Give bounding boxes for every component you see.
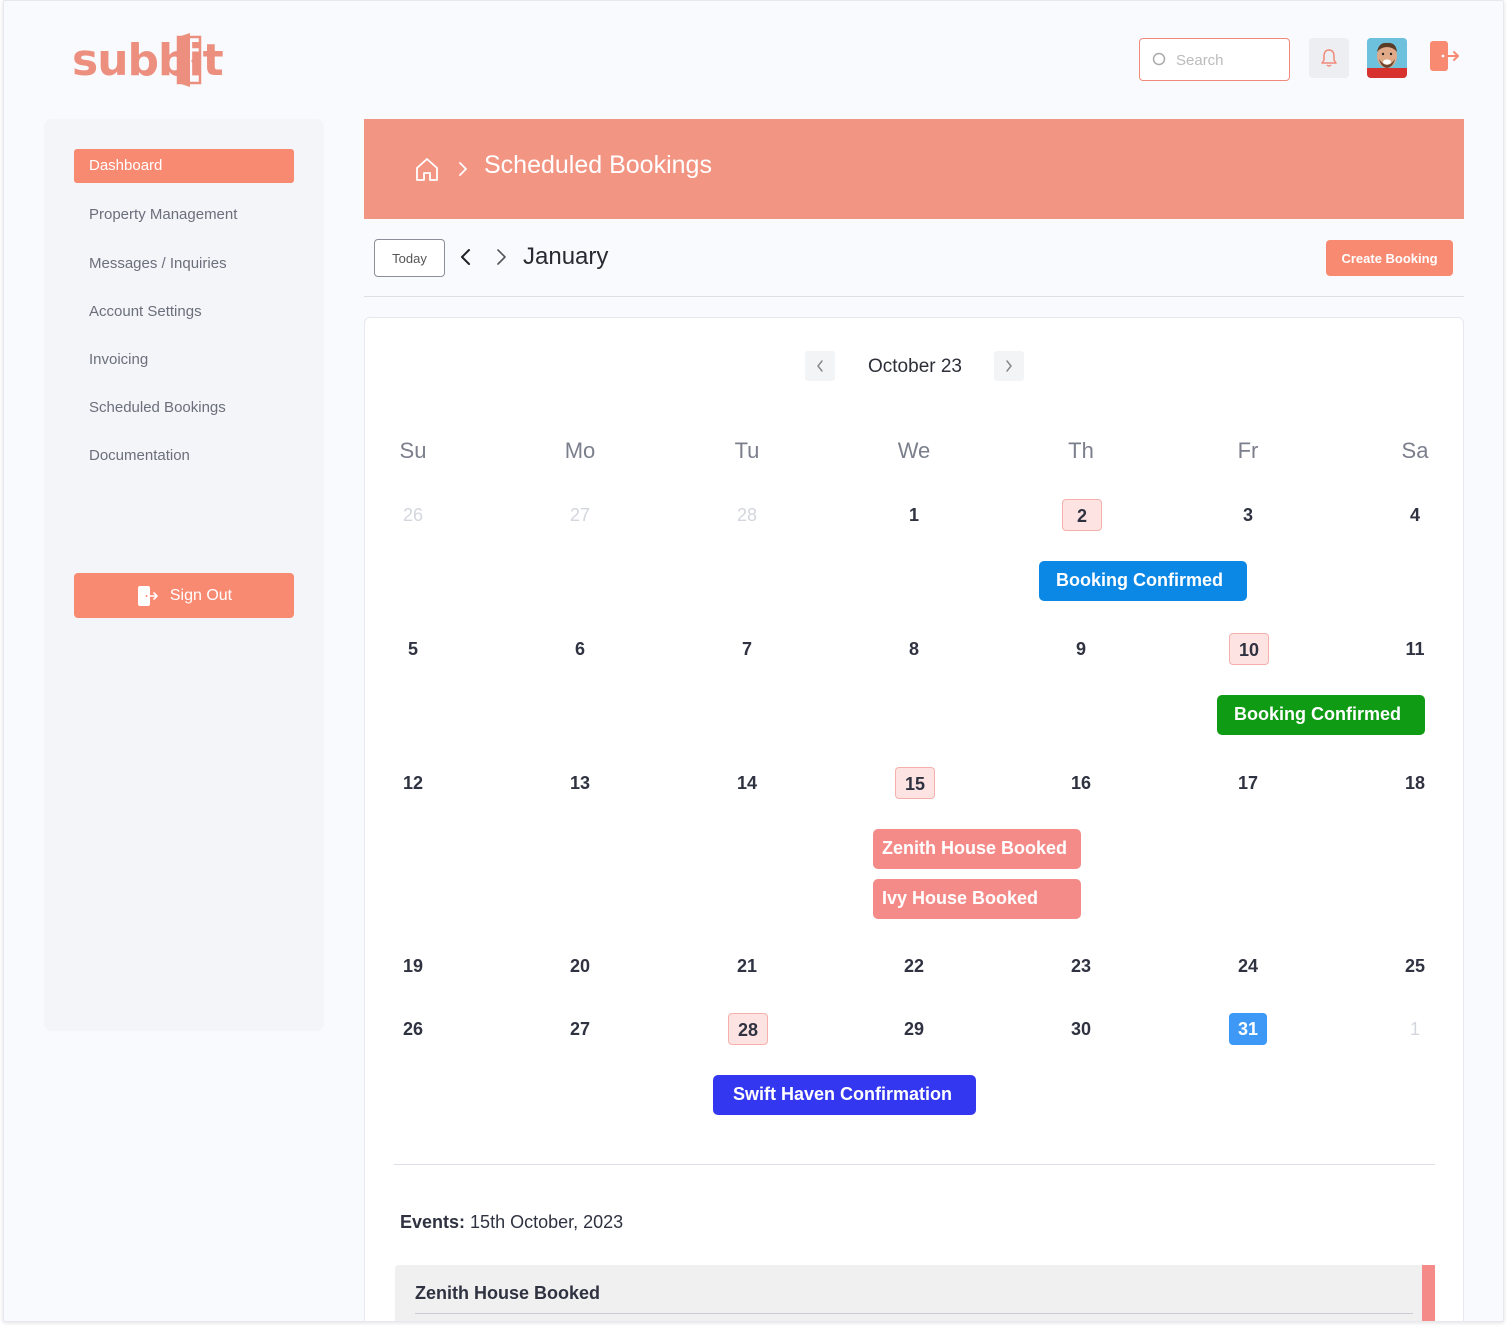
sign-out-label: Sign Out: [169, 586, 233, 604]
calendar-day[interactable]: 29: [894, 1013, 934, 1045]
sidebar-item-property-management[interactable]: Property Management: [74, 198, 294, 232]
today-button[interactable]: Today: [374, 239, 445, 277]
sidebar-item-messages[interactable]: Messages / Inquiries: [74, 247, 294, 281]
bell-icon: [1321, 49, 1337, 67]
events-label: Events:: [400, 1212, 466, 1232]
calendar-day[interactable]: 14: [727, 767, 767, 799]
weekday-header: Sa: [1401, 438, 1429, 463]
calendar-day[interactable]: 21: [727, 950, 767, 982]
weekday-header: Fr: [1237, 438, 1259, 463]
events-date: 15th October, 2023: [470, 1212, 624, 1232]
calendar-day[interactable]: 16: [1061, 767, 1101, 799]
calendar-day[interactable]: 10: [1229, 633, 1269, 665]
chevron-right-icon: [1006, 360, 1012, 372]
event-list-item[interactable]: Zenith House Booked: [395, 1265, 1435, 1321]
avatar[interactable]: [1367, 38, 1407, 78]
calendar-day[interactable]: 28: [727, 499, 767, 531]
events-heading: Events: 15th October, 2023: [400, 1212, 623, 1233]
calendar-day[interactable]: 19: [393, 950, 433, 982]
calendar-card: October 23 Su Mo Tu We Th Fr Sa 26 27 28…: [364, 317, 1464, 1321]
sidebar-item-scheduled-bookings[interactable]: Scheduled Bookings: [74, 391, 294, 425]
divider: [415, 1313, 1413, 1314]
booking-event[interactable]: Booking Confirmed: [1217, 695, 1425, 735]
calendar-day[interactable]: 12: [393, 767, 433, 799]
weekday-header: Tu: [734, 438, 760, 463]
calendar-day[interactable]: 18: [1395, 767, 1435, 799]
calendar-day[interactable]: 4: [1395, 499, 1435, 531]
calendar-day[interactable]: 26: [393, 1013, 433, 1045]
sidebar: Dashboard Property Management Messages /…: [44, 119, 324, 1031]
weekday-header: Mo: [564, 438, 596, 463]
calendar-next-button[interactable]: [994, 351, 1024, 381]
divider: [364, 296, 1464, 297]
calendar-day[interactable]: 17: [1228, 767, 1268, 799]
booking-event[interactable]: Zenith House Booked: [873, 829, 1081, 869]
logout-icon[interactable]: [1428, 39, 1460, 75]
sidebar-item-dashboard[interactable]: Dashboard: [74, 149, 294, 183]
calendar-day[interactable]: 5: [393, 633, 433, 665]
sidebar-item-documentation[interactable]: Documentation: [74, 439, 294, 473]
calendar-day[interactable]: 13: [560, 767, 600, 799]
calendar-day[interactable]: 25: [1395, 950, 1435, 982]
event-title: Zenith House Booked: [415, 1283, 601, 1303]
calendar-day[interactable]: 20: [560, 950, 600, 982]
weekday-header: Th: [1068, 438, 1094, 463]
calendar-day[interactable]: 7: [727, 633, 767, 665]
logo[interactable]: subbit: [72, 31, 224, 91]
previous-month-icon[interactable]: [459, 248, 473, 266]
door-logo-icon: [176, 33, 202, 87]
calendar-day[interactable]: 27: [560, 499, 600, 531]
sign-out-icon: [137, 585, 158, 606]
chevron-right-icon: [459, 162, 467, 176]
calendar-title: October 23: [868, 356, 962, 377]
calendar-day[interactable]: 9: [1061, 633, 1101, 665]
sign-out-button[interactable]: Sign Out: [74, 573, 294, 618]
breadcrumb: Scheduled Bookings: [364, 119, 1464, 219]
booking-event[interactable]: Booking Confirmed: [1039, 561, 1247, 601]
calendar-day[interactable]: 23: [1061, 950, 1101, 982]
sidebar-item-invoicing[interactable]: Invoicing: [74, 343, 294, 377]
calendar-day[interactable]: 11: [1395, 633, 1435, 665]
calendar-day[interactable]: 24: [1228, 950, 1268, 982]
booking-event[interactable]: Ivy House Booked: [873, 879, 1081, 919]
chevron-left-icon: [817, 360, 823, 372]
calendar-day-selected[interactable]: 31: [1229, 1013, 1267, 1045]
calendar-day[interactable]: 3: [1228, 499, 1268, 531]
search-icon: [1152, 52, 1166, 66]
divider: [394, 1164, 1435, 1165]
calendar-day[interactable]: 2: [1062, 499, 1102, 531]
weekday-header: Su: [399, 438, 427, 463]
create-booking-button[interactable]: Create Booking: [1326, 240, 1453, 276]
calendar-day[interactable]: 26: [393, 499, 433, 531]
weekday-header: We: [897, 438, 931, 463]
calendar-day[interactable]: 30: [1061, 1013, 1101, 1045]
calendar-day[interactable]: 27: [560, 1013, 600, 1045]
page-title: Scheduled Bookings: [484, 151, 712, 179]
calendar-day[interactable]: 8: [894, 633, 934, 665]
calendar-day[interactable]: 28: [728, 1013, 768, 1045]
month-label: January: [523, 243, 609, 270]
sidebar-item-account-settings[interactable]: Account Settings: [74, 295, 294, 329]
avatar-image: [1367, 38, 1407, 78]
notifications-button[interactable]: [1309, 38, 1349, 78]
calendar-day[interactable]: 6: [560, 633, 600, 665]
calendar-day[interactable]: 15: [895, 767, 935, 799]
next-month-icon[interactable]: [494, 248, 508, 266]
search-box[interactable]: [1139, 38, 1290, 81]
booking-event[interactable]: Swift Haven Confirmation: [713, 1075, 976, 1115]
search-input[interactable]: [1176, 49, 1281, 71]
calendar-day[interactable]: 22: [894, 950, 934, 982]
app-window: subbit Search Dashboard Property Managem…: [3, 0, 1504, 1322]
calendar-day[interactable]: 1: [1395, 1013, 1435, 1045]
home-icon[interactable]: [414, 156, 440, 182]
calendar-day[interactable]: 1: [894, 499, 934, 531]
